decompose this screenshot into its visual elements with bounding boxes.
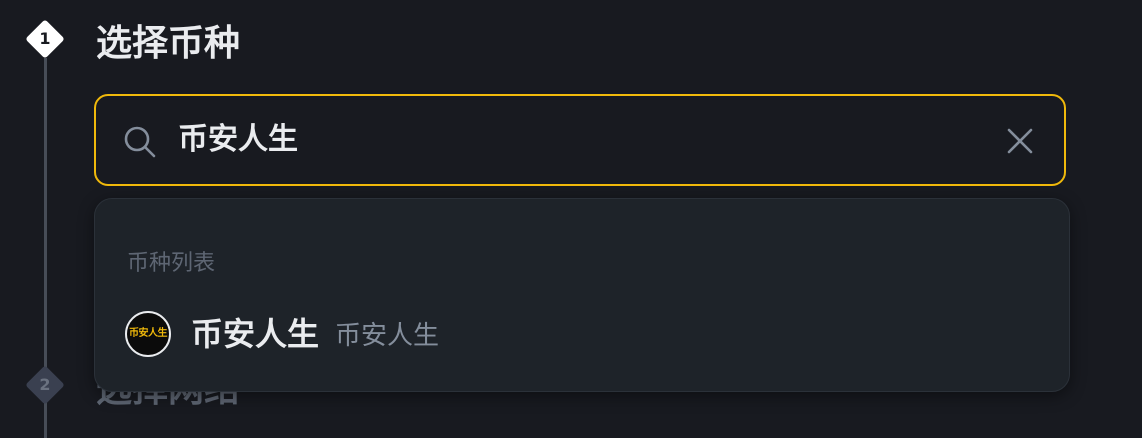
close-icon[interactable] (1006, 127, 1034, 155)
step-1-number: 1 (39, 29, 51, 48)
step-2-number: 2 (39, 375, 51, 394)
coin-list-header: 币种列表 (127, 251, 216, 276)
page: 2 选择网络 1 选择币种 币安人生 币种列表 币安人生 币安人生 币安人生 (0, 0, 1142, 438)
coin-symbol: 币安人生 (191, 315, 320, 353)
coin-dropdown: 币种列表 币安人生 币安人生 币安人生 (94, 198, 1070, 392)
coin-search-input[interactable]: 币安人生 (94, 94, 1066, 186)
search-icon (124, 126, 156, 158)
coin-list-item[interactable]: 币安人生 币安人生 币安人生 (115, 303, 1045, 367)
coin-full-name: 币安人生 (335, 321, 440, 351)
step-1-title: 选择币种 (96, 23, 241, 64)
coin-logo: 币安人生 (125, 311, 171, 357)
coin-logo-text: 币安人生 (129, 328, 168, 339)
search-value[interactable]: 币安人生 (178, 118, 298, 162)
